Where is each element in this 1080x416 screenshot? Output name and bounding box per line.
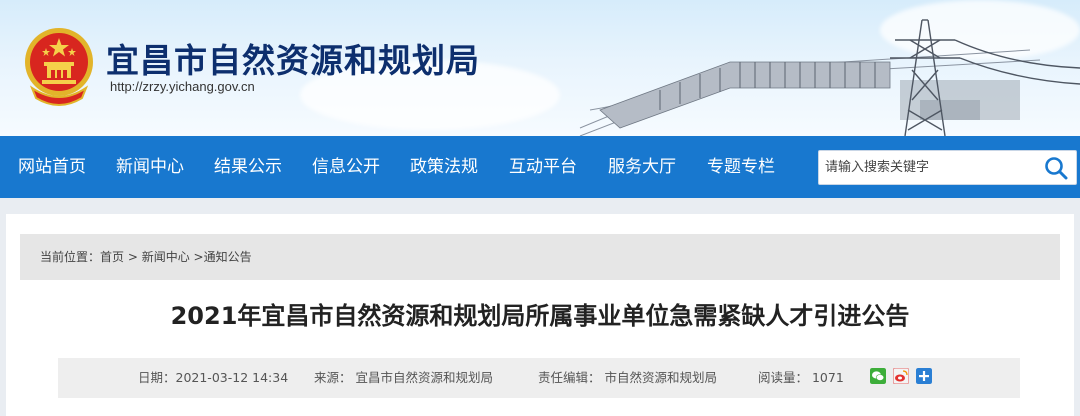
search-icon[interactable] (1044, 156, 1070, 180)
nav-item-results[interactable]: 结果公示 (214, 136, 282, 198)
breadcrumb-prefix: 当前位置： (40, 250, 101, 264)
dam-illustration (579, 19, 1080, 136)
nav-item-info-disclosure[interactable]: 信息公开 (312, 136, 380, 198)
article-title: 2021年宜昌市自然资源和规划局所属事业单位急需紧缺人才引进公告 (170, 302, 910, 330)
article-editor: 责任编辑： 市自然资源和规划局 (538, 370, 717, 385)
nav-item-interaction[interactable]: 互动平台 (509, 136, 577, 198)
nav-item-news[interactable]: 新闻中心 (116, 136, 184, 198)
view-count: 阅读量： 1071 (758, 370, 844, 385)
breadcrumb-home-link[interactable]: 首页 (100, 250, 124, 264)
national-emblem-icon[interactable] (22, 26, 96, 108)
site-header: 宜昌市自然资源和规划局 http://zrzy.yichang.gov.cn (0, 0, 1080, 136)
nav-item-special-topics[interactable]: 专题专栏 (707, 136, 775, 198)
publish-date: 日期：2021-03-12 14:34 (138, 370, 289, 385)
search-box (818, 150, 1077, 185)
breadcrumb-separator: > (124, 250, 142, 264)
breadcrumb-notice-link[interactable]: 通知公告 (204, 250, 252, 264)
site-url: http://zrzy.yichang.gov.cn (110, 79, 255, 94)
search-input[interactable] (819, 151, 1039, 184)
site-title[interactable]: 宜昌市自然资源和规划局 (106, 34, 480, 82)
weibo-share-icon[interactable] (893, 368, 909, 384)
article-source: 来源： 宜昌市自然资源和规划局 (314, 370, 493, 385)
nav-item-service-hall[interactable]: 服务大厅 (608, 136, 676, 198)
breadcrumb-news-link[interactable]: 新闻中心 (142, 250, 190, 264)
breadcrumb-separator: > (189, 250, 204, 264)
nav-item-home[interactable]: 网站首页 (18, 136, 86, 198)
nav-item-policies[interactable]: 政策法规 (410, 136, 478, 198)
wechat-share-icon[interactable] (870, 368, 886, 384)
breadcrumb: 当前位置：首页 > 新闻中心 >通知公告 (20, 234, 1060, 280)
more-share-icon[interactable] (916, 368, 932, 384)
